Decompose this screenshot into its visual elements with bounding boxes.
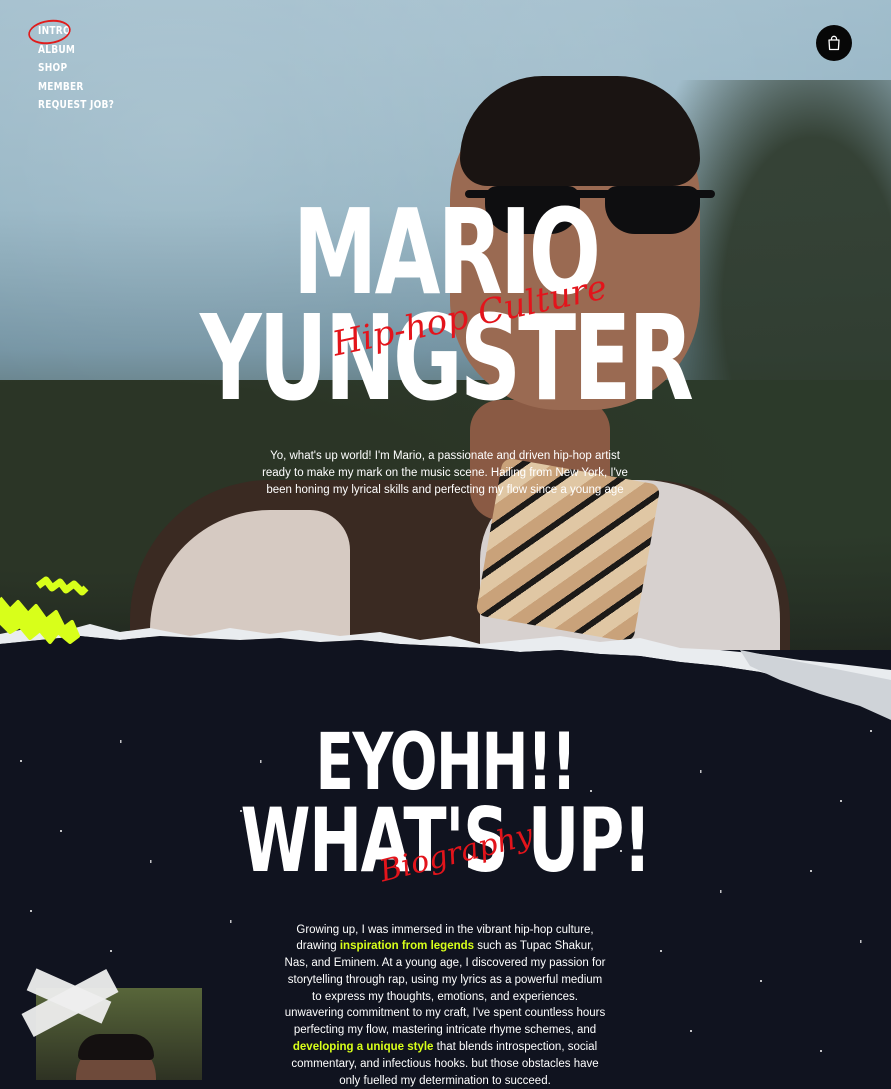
cart-button[interactable] — [816, 25, 852, 61]
hero-description: Yo, what's up world! I'm Mario, a passio… — [255, 448, 635, 499]
biography-text: Growing up, I was immersed in the vibran… — [284, 922, 606, 1089]
shopping-bag-icon — [827, 35, 841, 51]
torn-paper-divider — [0, 610, 891, 730]
nav-item-member[interactable]: MEMBER — [38, 78, 114, 97]
nav-item-intro[interactable]: INTRO — [38, 22, 114, 41]
nav-item-request-job[interactable]: REQUEST JOB? — [38, 96, 114, 115]
squiggle-decoration-icon — [0, 576, 96, 668]
bio-highlight-2: developing a unique style — [293, 1041, 434, 1053]
main-nav: INTRO ALBUM SHOP MEMBER REQUEST JOB? — [38, 22, 131, 115]
photo-hair — [78, 1034, 154, 1060]
hair — [460, 76, 700, 186]
bio-highlight-1: inspiration from legends — [340, 940, 474, 952]
nav-item-shop[interactable]: SHOP — [38, 59, 114, 78]
bio-text-part2: such as Tupac Shakur, Nas, and Eminem. A… — [285, 940, 606, 1036]
nav-item-album[interactable]: ALBUM — [38, 41, 114, 60]
